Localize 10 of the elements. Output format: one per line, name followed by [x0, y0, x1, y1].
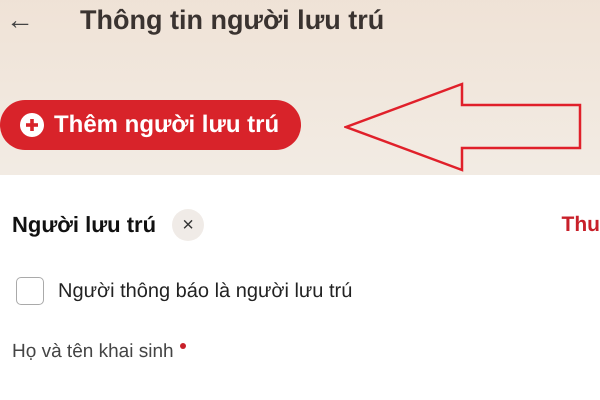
- plus-icon: [20, 113, 44, 137]
- page-title: Thông tin người lưu trú: [80, 4, 384, 36]
- collapse-link[interactable]: Thu: [562, 213, 600, 237]
- section-title: Người lưu trú: [12, 212, 156, 238]
- remove-button[interactable]: ×: [172, 209, 204, 241]
- back-button[interactable]: ←: [6, 4, 80, 36]
- add-resident-button[interactable]: Thêm người lưu trú: [0, 100, 302, 150]
- checkbox-label: Người thông báo là người lưu trú: [58, 280, 352, 302]
- field-label: Họ và tên khai sinh: [12, 341, 174, 363]
- checkbox[interactable]: [16, 277, 44, 305]
